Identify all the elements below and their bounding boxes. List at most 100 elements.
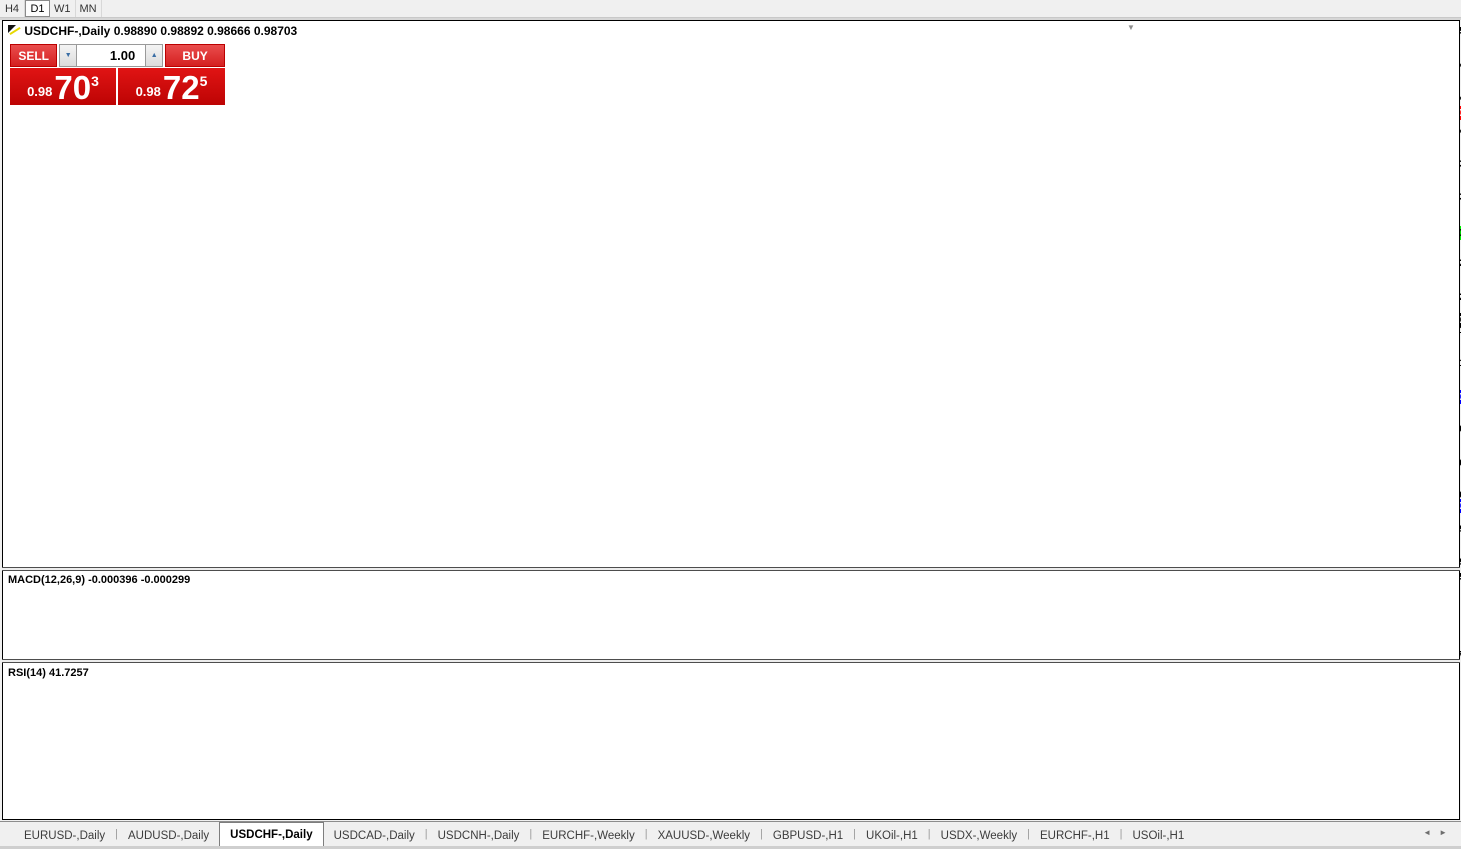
pane-splitter-1[interactable]: [2, 567, 1460, 571]
buy-quote-box[interactable]: 0.98 72 5: [118, 68, 225, 105]
time-tick-dash: [708, 798, 709, 801]
rsi-axis-label: 70: [1433, 705, 1445, 717]
tab-usdcad-daily[interactable]: USDCAD-,Daily: [324, 825, 425, 846]
macd-values: -0.000396 -0.000299: [88, 574, 190, 586]
tab-usdcnh-daily[interactable]: USDCNH-,Daily: [428, 825, 530, 846]
arrow-marker-icon: [8, 25, 21, 36]
time-tick-dash: [966, 798, 967, 801]
tab-scroll-arrows[interactable]: ◄►: [1423, 828, 1455, 837]
tab-eurchf-h1[interactable]: EURCHF-,H1: [1030, 825, 1120, 846]
time-tick-dash: [11, 798, 12, 801]
tab-usdx-weekly[interactable]: USDX-,Weekly: [931, 825, 1027, 846]
time-tick-label: 10 Jun 2019: [100, 803, 170, 815]
price-tick-label: 0.97400: [1433, 457, 1461, 469]
price-badge: 1.00602: [1428, 106, 1461, 120]
buy-price-pips: 5: [200, 73, 208, 89]
time-tick-label: 19 Jun 2019: [167, 803, 237, 815]
timeframe-toolbar: H4D1W1MN: [0, 0, 1461, 18]
price-tick-label: 1.00740: [1433, 92, 1461, 104]
price-tick-dash: [1428, 529, 1432, 530]
price-badge: 0.97005: [1428, 499, 1461, 513]
price-tick-dash: [1428, 429, 1432, 430]
pane-splitter-2[interactable]: [2, 659, 1460, 663]
buy-button[interactable]: BUY: [165, 44, 225, 67]
price-badge: 0.98000: [1428, 390, 1461, 404]
volume-stepper: ▼ ▲: [59, 44, 163, 67]
time-tick-dash: [1090, 798, 1091, 801]
price-tick-dash: [1428, 495, 1432, 496]
mt4-terminal: H4D1W1MN USDCHF-,Daily 0.98890 0.98892 0…: [0, 0, 1461, 849]
price-tick-dash: [1428, 31, 1432, 32]
time-tick-label: 9 Oct 2019: [931, 803, 1001, 815]
price-tick-label: 1.01350: [1433, 25, 1461, 37]
volume-decrease-button[interactable]: ▼: [59, 44, 77, 67]
timeframe-button-mn[interactable]: MN: [76, 0, 102, 17]
macd-axis-label-dash: [1428, 655, 1432, 656]
rsi-title: RSI(14): [8, 667, 46, 679]
time-tick-dash: [326, 798, 327, 801]
rsi-axis-label-dash: [1428, 765, 1432, 766]
price-tick-dash: [1428, 330, 1432, 331]
time-axis[interactable]: 22 May 201931 May 201910 Jun 201919 Jun …: [2, 797, 1460, 820]
time-tick-dash: [1033, 798, 1034, 801]
time-tick-dash: [78, 798, 79, 801]
tab-gbpusd-h1[interactable]: GBPUSD-,H1: [763, 825, 853, 846]
sell-button[interactable]: SELL: [10, 44, 57, 67]
sell-price-big: 70: [54, 73, 91, 103]
sell-quote-box[interactable]: 0.98 70 3: [10, 68, 116, 105]
price-tick-label: 1.01045: [1433, 59, 1461, 71]
timeframe-button-h4[interactable]: H4: [0, 0, 25, 17]
time-tick-label: 8 Jul 2019: [291, 803, 361, 815]
buy-price-prefix: 0.98: [136, 84, 161, 99]
tab-xauusd-weekly[interactable]: XAUUSD-,Weekly: [648, 825, 760, 846]
price-scale[interactable]: 1.013501.010451.007401.004401.001350.998…: [1427, 21, 1460, 797]
price-tick-label: 1.00135: [1433, 158, 1461, 170]
price-tick-label: 0.97705: [1433, 423, 1461, 435]
macd-label: MACD(12,26,9) -0.000396 -0.000299: [8, 574, 190, 586]
timeframe-button-w1[interactable]: W1: [50, 0, 76, 17]
time-tick-label: 5 Aug 2019: [482, 803, 552, 815]
tab-eurusd-daily[interactable]: EURUSD-,Daily: [14, 825, 115, 846]
time-tick-dash: [202, 798, 203, 801]
price-tick-label: 0.98315: [1433, 357, 1461, 369]
rsi-axis-label-dash: [1428, 681, 1432, 682]
price-tick-dash: [1428, 297, 1432, 298]
tab-scroll-left-icon[interactable]: ◄: [1423, 828, 1439, 837]
tab-ukoil-h1[interactable]: UKOil-,H1: [856, 825, 928, 846]
time-tick-dash: [135, 798, 136, 801]
price-tick-dash: [1428, 98, 1432, 99]
chart-header: USDCHF-,Daily 0.98890 0.98892 0.98666 0.…: [8, 24, 297, 38]
tab-audusd-daily[interactable]: AUDUSD-,Daily: [118, 825, 219, 846]
rsi-axis-label: 100: [1433, 675, 1451, 687]
chart-collapse-icon[interactable]: ▼: [1127, 23, 1135, 32]
price-tick-dash: [1428, 562, 1432, 563]
price-tick-label: 0.98920: [1433, 291, 1461, 303]
window-top-strip: [0, 18, 1461, 20]
timeframe-button-d1[interactable]: D1: [25, 0, 50, 17]
rsi-label: RSI(14) 41.7257: [8, 667, 89, 679]
chart-tab-bar: EURUSD-,Daily|AUDUSD-,DailyUSDCHF-,Daily…: [0, 821, 1461, 846]
tab-usoil-h1[interactable]: USOil-,H1: [1122, 825, 1194, 846]
rsi-axis-label-dash: [1428, 711, 1432, 712]
price-tick-dash: [1428, 197, 1432, 198]
macd-title: MACD(12,26,9): [8, 574, 85, 586]
price-tick-dash: [1428, 164, 1432, 165]
tab-usdchf-daily[interactable]: USDCHF-,Daily: [219, 822, 323, 846]
price-badge: 0.99503: [1428, 226, 1461, 240]
price-tick-label: 0.99225: [1433, 257, 1461, 269]
tab-eurchf-weekly[interactable]: EURCHF-,Weekly: [532, 825, 644, 846]
rsi-indicator-canvas[interactable]: [3, 663, 1427, 797]
macd-indicator-canvas[interactable]: [3, 571, 1427, 659]
volume-input[interactable]: [77, 44, 145, 67]
price-tick-dash: [1428, 463, 1432, 464]
time-tick-dash: [584, 798, 585, 801]
time-tick-dash: [393, 798, 394, 801]
price-tick-dash: [1428, 263, 1432, 264]
volume-increase-button[interactable]: ▲: [145, 44, 163, 67]
price-tick-dash: [1428, 131, 1432, 132]
tab-scroll-right-icon[interactable]: ►: [1439, 828, 1455, 837]
macd-axis-label-dash: [1428, 577, 1432, 578]
chart-ohlc-values: 0.98890 0.98892 0.98666 0.98703: [114, 24, 298, 38]
macd-axis-label: 0.003574: [1433, 571, 1461, 583]
one-click-trading-panel: SELL ▼ ▲ BUY 0.98 70 3 0.98 72 5: [10, 44, 225, 105]
